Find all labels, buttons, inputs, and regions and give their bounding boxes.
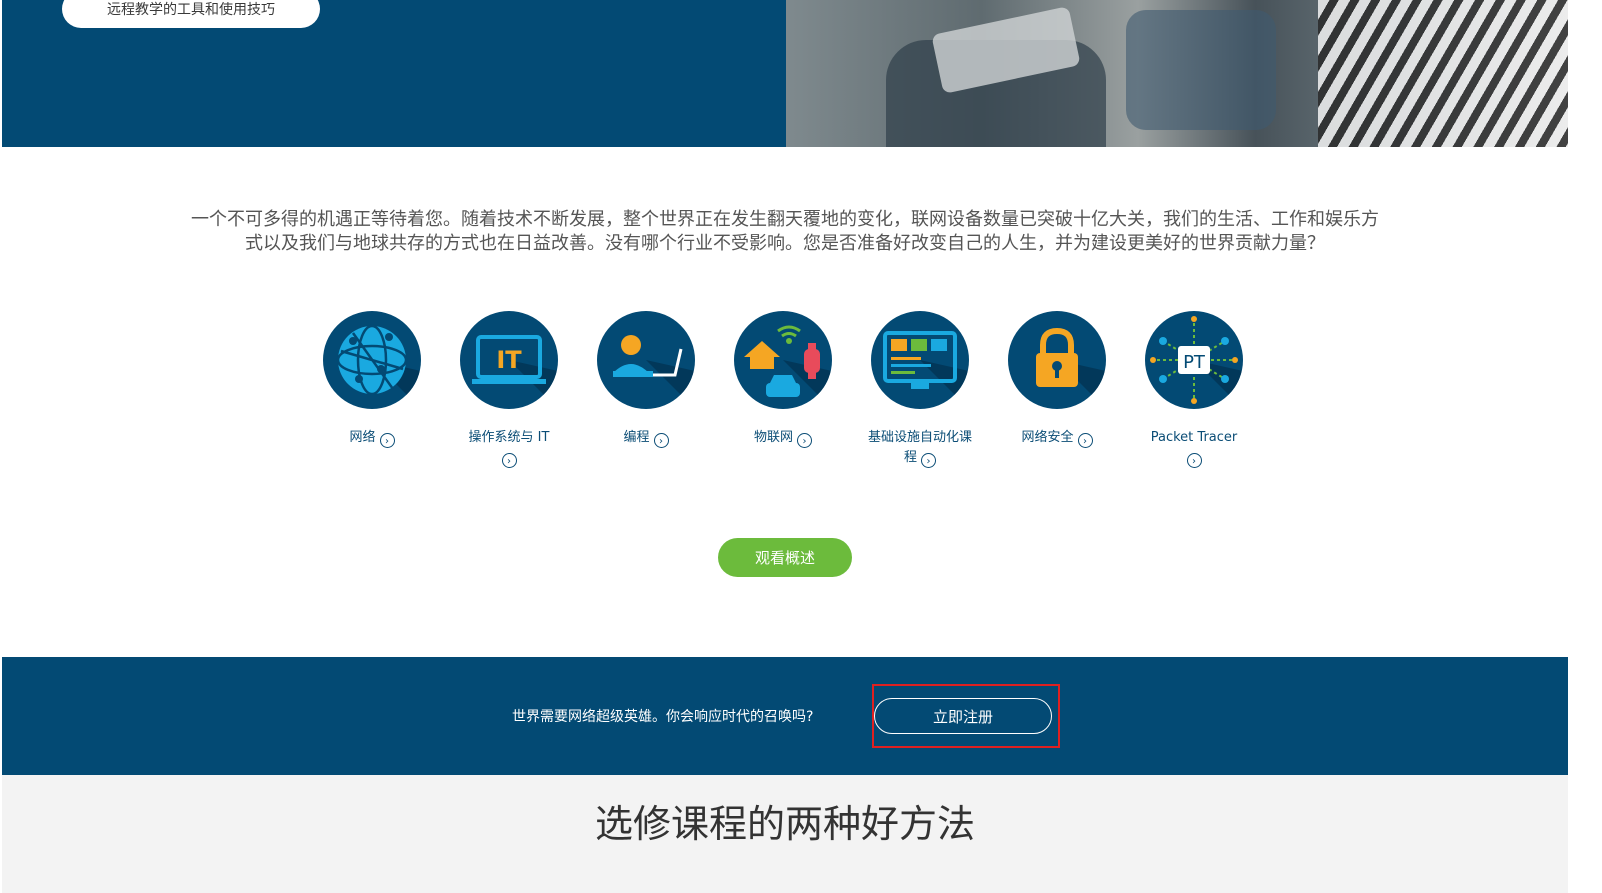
chevron-right-icon[interactable]: ›	[797, 433, 812, 448]
chevron-right-icon[interactable]: ›	[1186, 453, 1202, 468]
iot-devices-icon[interactable]	[734, 311, 832, 409]
chevron-right-icon[interactable]: ›	[501, 453, 517, 468]
it-monitor-icon[interactable]: IT	[460, 311, 558, 409]
hero-banner: 远程教学的工具和使用技巧	[2, 0, 1568, 147]
course-label: 操作系统与 IT	[468, 430, 550, 445]
chevron-right-icon[interactable]: ›	[1077, 433, 1093, 448]
watch-overview-button[interactable]: 观看概述	[718, 538, 852, 577]
register-now-button[interactable]: 立即注册	[874, 698, 1052, 734]
course-list: 网络 › IT 操作系统与 IT › 编程 › 物联网 › 基础设施自动化课程 …	[322, 311, 1252, 481]
course-label: Packet Tracer	[1150, 430, 1238, 445]
course-cybersecurity[interactable]: 网络安全 ›	[1002, 311, 1112, 448]
svg-text:PT: PT	[1183, 352, 1206, 373]
course-networking[interactable]: 网络 ›	[317, 311, 427, 448]
chevron-right-icon[interactable]: ›	[653, 433, 669, 448]
globe-network-icon[interactable]	[323, 311, 421, 409]
chevron-right-icon[interactable]: ›	[379, 433, 395, 448]
padlock-icon[interactable]	[1008, 311, 1106, 409]
course-infra-automation[interactable]: 基础设施自动化课程 ›	[865, 311, 975, 468]
course-label: 编程	[623, 430, 650, 445]
course-iot[interactable]: 物联网 ›	[728, 311, 838, 448]
course-label: 基础设施自动化课程	[867, 430, 972, 465]
chevron-right-icon[interactable]: ›	[921, 453, 936, 468]
course-label: 网络	[349, 430, 376, 445]
course-os-it[interactable]: IT 操作系统与 IT ›	[454, 311, 564, 468]
cta-text: 世界需要网络超级英雄。你会响应时代的召唤吗?	[512, 709, 814, 725]
svg-text:IT: IT	[496, 346, 522, 374]
packet-tracer-icon[interactable]: PT	[1145, 311, 1243, 409]
intro-paragraph: 一个不可多得的机遇正等待着您。随着技术不断发展，整个世界正在发生翻天覆地的变化，…	[191, 209, 1379, 254]
course-label: 网络安全	[1021, 430, 1074, 445]
course-programming[interactable]: 编程 ›	[591, 311, 701, 448]
course-label: 物联网	[753, 430, 793, 445]
hero-pill-link[interactable]: 远程教学的工具和使用技巧	[62, 0, 320, 28]
page-right-margin	[1568, 0, 1602, 893]
course-packet-tracer[interactable]: PT Packet Tracer ›	[1139, 311, 1249, 468]
section-title: 选修课程的两种好方法	[594, 802, 975, 846]
hero-photo	[786, 0, 1568, 147]
programmer-laptop-icon[interactable]	[597, 311, 695, 409]
automation-code-icon[interactable]	[871, 311, 969, 409]
hero-left-panel: 远程教学的工具和使用技巧	[2, 0, 786, 147]
